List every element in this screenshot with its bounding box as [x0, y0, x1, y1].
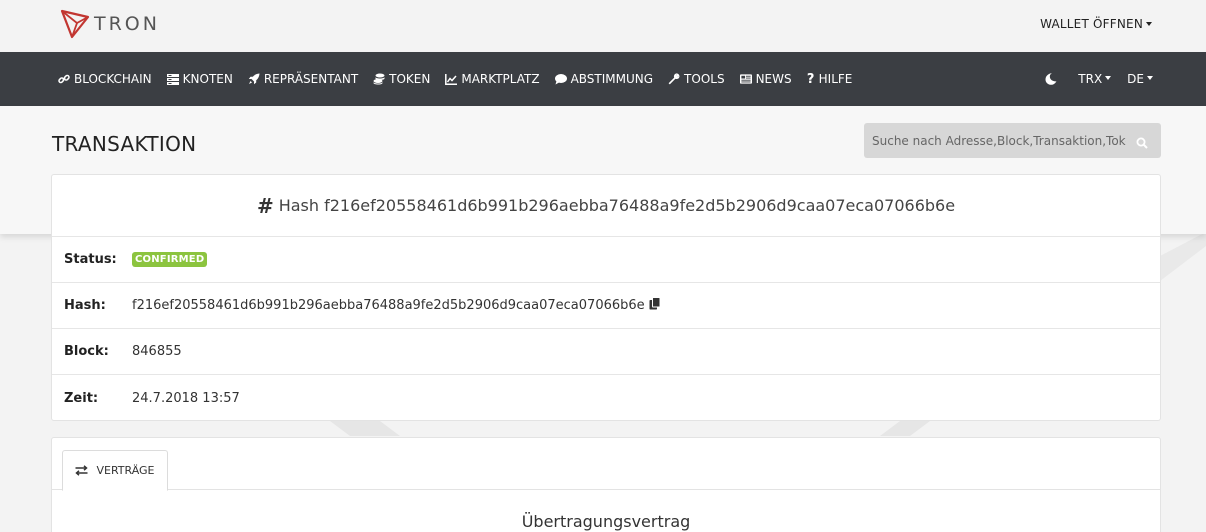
- link-icon: [58, 73, 70, 85]
- rocket-icon: [248, 73, 260, 85]
- block-value[interactable]: 846855: [132, 344, 182, 359]
- nav-item-label: NEWS: [755, 72, 792, 86]
- nav-item-label: TOKEN: [389, 72, 431, 86]
- tron-logo[interactable]: TRON: [60, 9, 160, 39]
- caret-down-icon: [1147, 76, 1153, 80]
- search-icon[interactable]: [1136, 134, 1149, 149]
- language-label: DE: [1127, 72, 1144, 86]
- server-icon: [166, 73, 179, 85]
- nav-item-label: MARKTPLATZ: [461, 72, 540, 86]
- block-label: Block:: [64, 344, 109, 359]
- nav-item-voting[interactable]: ABSTIMMUNG: [554, 72, 654, 86]
- nav-item-label: HILFE: [818, 72, 853, 86]
- hash-icon: #: [256, 193, 274, 218]
- contracts-tabs: VERTRÄGE: [52, 438, 1160, 491]
- caret-down-icon: [1146, 21, 1152, 26]
- content-area: TRANSAKTION # Hash f216ef20558461d6b991b…: [0, 106, 1206, 532]
- status-value: CONFIRMED: [132, 252, 208, 267]
- status-badge: CONFIRMED: [132, 252, 208, 267]
- brand-bar: TRON WALLET ÖFFNEN: [0, 0, 1206, 52]
- caret-down-icon: [1105, 76, 1112, 80]
- nav-item-label: ABSTIMMUNG: [570, 72, 654, 86]
- nav-item-label: TOOLS: [684, 72, 725, 86]
- main-navbar: BLOCKCHAIN KNOTEN REPRÄSENTANT TOKEN MAR…: [0, 52, 1206, 106]
- search-input[interactable]: [864, 123, 1126, 158]
- hash-label: Hash:: [64, 298, 106, 313]
- contracts-card: VERTRÄGE Übertragungsvertrag: [51, 437, 1161, 532]
- status-label: Status:: [64, 252, 117, 267]
- hash-value-wrap: f216ef20558461d6b991b296aebba76488a9fe2d…: [132, 297, 661, 314]
- nav-item-label: REPRÄSENTANT: [263, 72, 359, 86]
- block-row: Block: 846855: [52, 329, 1160, 375]
- hash-value: f216ef20558461d6b991b296aebba76488a9fe2d…: [132, 298, 645, 313]
- coins-icon: [373, 73, 385, 85]
- nav-item-tools[interactable]: TOOLS: [668, 72, 725, 86]
- transaction-card: # Hash f216ef20558461d6b991b296aebba7648…: [51, 174, 1161, 421]
- page-title: TRANSAKTION: [52, 132, 197, 156]
- open-wallet-dropdown[interactable]: WALLET ÖFFNEN: [1040, 17, 1152, 31]
- currency-dropdown[interactable]: TRX: [1078, 72, 1112, 86]
- copy-icon[interactable]: [649, 297, 661, 314]
- wrench-icon: [668, 73, 680, 85]
- nav-item-token[interactable]: TOKEN: [373, 72, 430, 86]
- exchange-icon: [75, 465, 89, 476]
- search-box: [864, 123, 1161, 158]
- nav-item-label: BLOCKCHAIN: [74, 72, 152, 86]
- nav-right: TRX DE: [1029, 52, 1153, 106]
- tron-logo-icon: [60, 9, 90, 39]
- status-row: Status: CONFIRMED: [52, 237, 1160, 283]
- hash-heading-text: Hash f216ef20558461d6b991b296aebba76488a…: [278, 196, 956, 215]
- tab-contracts-label: VERTRÄGE: [96, 464, 155, 477]
- question-icon: ?: [806, 71, 815, 87]
- nav-item-knoten[interactable]: KNOTEN: [166, 72, 233, 86]
- open-wallet-label: WALLET ÖFFNEN: [1040, 17, 1143, 31]
- nav-item-help[interactable]: ? HILFE: [806, 71, 853, 87]
- nav-item-blockchain[interactable]: BLOCKCHAIN: [58, 72, 152, 86]
- nav-item-representative[interactable]: REPRÄSENTANT: [248, 72, 358, 86]
- comment-icon: [554, 73, 567, 85]
- newspaper-icon: [739, 73, 752, 85]
- brand-name: TRON: [94, 13, 160, 35]
- currency-label: TRX: [1078, 72, 1103, 86]
- time-label: Zeit:: [64, 390, 99, 406]
- time-row: Zeit: 24.7.2018 13:57: [52, 375, 1160, 421]
- contract-section-title: Übertragungsvertrag: [521, 512, 691, 531]
- tab-contracts[interactable]: VERTRÄGE: [62, 450, 168, 491]
- time-value: 24.7.2018 13:57: [132, 390, 240, 406]
- nav-item-marketplace[interactable]: MARKTPLATZ: [445, 72, 540, 86]
- hash-row: Hash: f216ef20558461d6b991b296aebba76488…: [52, 283, 1160, 329]
- nav-item-news[interactable]: NEWS: [739, 72, 792, 86]
- transaction-hash-heading: # Hash f216ef20558461d6b991b296aebba7648…: [52, 175, 1160, 237]
- dark-mode-toggle[interactable]: [1045, 73, 1057, 85]
- language-dropdown[interactable]: DE: [1127, 72, 1153, 86]
- nav-items: BLOCKCHAIN KNOTEN REPRÄSENTANT TOKEN MAR…: [58, 52, 867, 106]
- nav-item-label: KNOTEN: [182, 72, 233, 86]
- moon-icon: [1045, 73, 1057, 85]
- chart-line-icon: [445, 73, 458, 85]
